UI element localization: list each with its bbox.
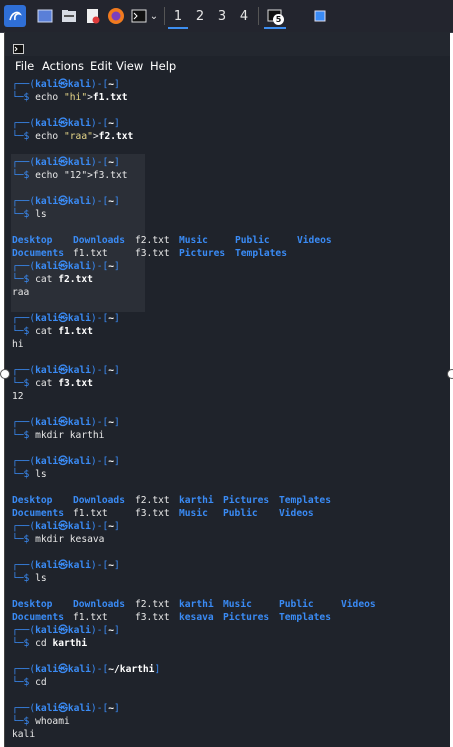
window-icon[interactable] xyxy=(312,5,328,27)
command-line: └─$ ls xyxy=(12,573,47,584)
ls-output-row: Desktop Downloads f2.txt karthi Pictures Temp… xyxy=(12,495,331,506)
divider xyxy=(164,7,165,25)
workspace-label: 2 xyxy=(195,8,205,24)
command-line: └─$ echo "hi">f1.txt xyxy=(12,92,128,103)
menu-file[interactable]: File xyxy=(15,59,34,73)
firefox-icon[interactable] xyxy=(106,5,126,27)
prompt-line: ┌──(kali㉿kali)-[~] xyxy=(12,261,120,272)
menu-edit[interactable]: Edit xyxy=(90,59,112,73)
workspace-label: 1 xyxy=(173,8,183,24)
terminal-titlebar xyxy=(5,32,450,56)
ls-output-row: Documents f1.txt f3.txt Music Public Videos xyxy=(12,508,314,519)
command-line: └─$ echo "12">f3.txt xyxy=(12,170,128,181)
workspace-3[interactable]: 3 xyxy=(212,5,232,27)
terminal-task-button[interactable]: 5 xyxy=(264,5,286,29)
menu-help[interactable]: Help xyxy=(150,59,176,73)
whoami-output: kali xyxy=(12,729,36,740)
cat-output: hi xyxy=(12,339,24,350)
command-line: └─$ cat f2.txt xyxy=(12,274,93,285)
chevron-down-icon[interactable]: ⌄ xyxy=(148,5,160,27)
workspace-4[interactable]: 4 xyxy=(234,5,254,27)
prompt-line: ┌──(kali㉿kali)-[~] xyxy=(12,521,120,532)
command-line: └─$ cd karthi xyxy=(12,638,88,649)
command-line: └─$ ls xyxy=(12,209,47,220)
terminal-output[interactable]: ┌──(kali㉿kali)-[~] └─$ echo "hi">f1.txt … xyxy=(5,76,450,746)
taskbar: ⌄ 1 2 3 4 5 xyxy=(0,0,453,33)
command-line: └─$ echo "raa">f2.txt xyxy=(12,131,134,142)
prompt-line: ┌──(kali㉿kali)-[~] xyxy=(12,196,120,207)
prompt-line: ┌──(kali㉿kali)-[~] xyxy=(12,417,120,428)
terminal-window: File Actions Edit View Help ┌──(kali㉿kal… xyxy=(4,32,450,747)
workspace-1[interactable]: 1 xyxy=(168,5,188,29)
command-line: └─$ whoami xyxy=(12,716,70,727)
menu-actions[interactable]: Actions xyxy=(42,59,84,73)
cat-output: raa xyxy=(12,287,30,298)
menu-bar: File Actions Edit View Help xyxy=(5,56,450,76)
ls-output-row: Documents f1.txt f3.txt Pictures Templates xyxy=(12,248,287,259)
command-line: └─$ cat f3.txt xyxy=(12,378,93,389)
command-line: └─$ mkdir karthi xyxy=(12,430,105,441)
command-line: └─$ cat f1.txt xyxy=(12,326,93,337)
prompt-line: ┌──(kali㉿kali)-[~] xyxy=(12,79,120,90)
desktop-icon[interactable] xyxy=(36,5,54,27)
text-editor-icon[interactable] xyxy=(84,5,102,27)
workspace-label: 4 xyxy=(239,8,249,24)
ls-output-row: Desktop Downloads f2.txt karthi Music Public V… xyxy=(12,599,376,610)
prompt-line: ┌──(kali㉿kali)-[~] xyxy=(12,157,120,168)
workspace-2[interactable]: 2 xyxy=(190,5,210,27)
ls-output-row: Desktop Downloads f2.txt Music Public Videos xyxy=(12,235,332,246)
prompt-line: ┌──(kali㉿kali)-[~] xyxy=(12,118,120,129)
cat-output: 12 xyxy=(12,391,24,402)
prompt-line: ┌──(kali㉿kali)-[~] xyxy=(12,456,120,467)
resize-handle-left[interactable] xyxy=(0,369,10,379)
ls-output-row: Documents f1.txt f3.txt kesava Pictures Templ… xyxy=(12,612,331,623)
prompt-line: ┌──(kali㉿kali)-[~] xyxy=(12,365,120,376)
command-line: └─$ mkdir kesava xyxy=(12,534,105,545)
prompt-line: ┌──(kali㉿kali)-[~] xyxy=(12,560,120,571)
menu-view[interactable]: View xyxy=(116,59,143,73)
workspace-label: 3 xyxy=(217,8,227,24)
divider xyxy=(258,7,259,25)
prompt-line: ┌──(kali㉿kali)-[~] xyxy=(12,313,120,324)
prompt-line: ┌──(kali㉿kali)-[~] xyxy=(12,703,120,714)
prompt-line: ┌──(kali㉿kali)-[~/karthi] xyxy=(12,664,161,675)
kali-menu-icon[interactable] xyxy=(4,5,26,27)
terminal-icon[interactable] xyxy=(130,5,148,27)
file-manager-icon[interactable] xyxy=(60,5,78,27)
prompt-line: ┌──(kali㉿kali)-[~] xyxy=(12,625,120,636)
command-line: └─$ ls xyxy=(12,469,47,480)
resize-handle-right[interactable] xyxy=(447,369,453,379)
task-count-badge: 5 xyxy=(273,14,284,25)
command-line: └─$ cd xyxy=(12,677,47,688)
